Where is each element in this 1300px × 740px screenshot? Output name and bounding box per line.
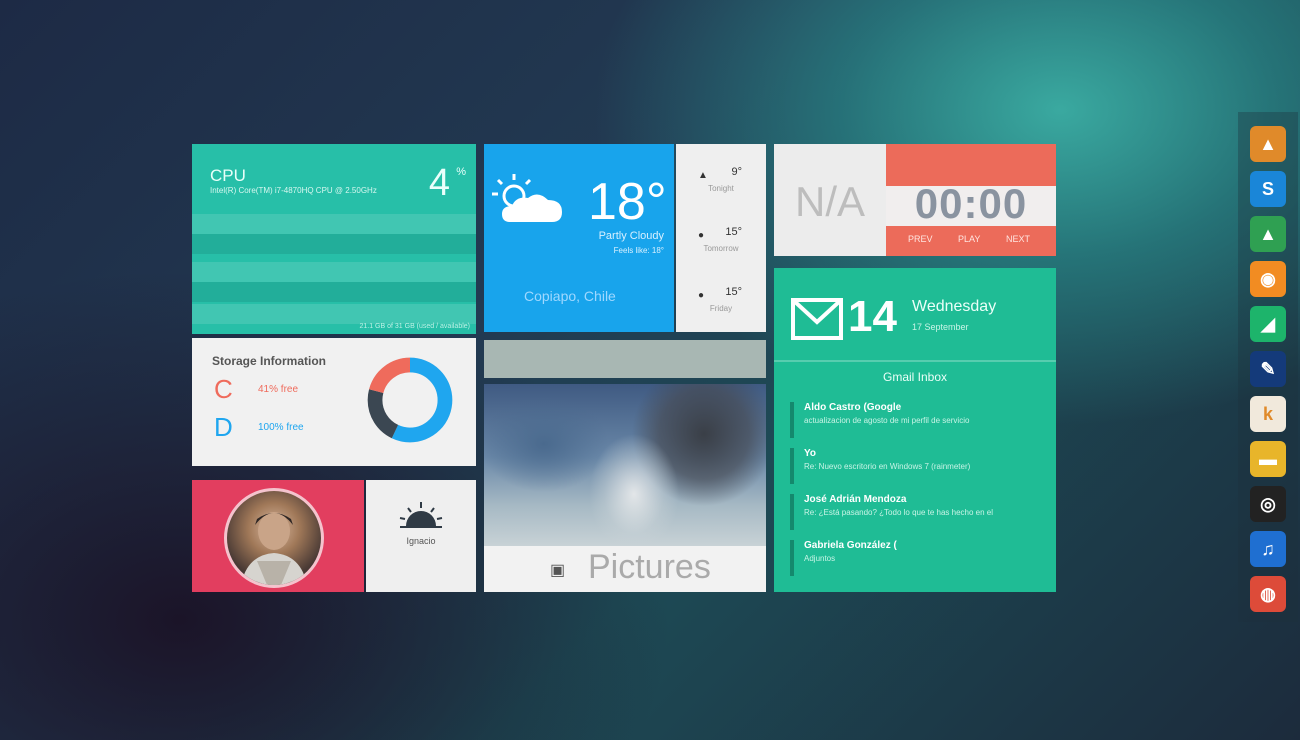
forecast-temp: 9° bbox=[731, 166, 742, 178]
mail-sender: Gabriela González ( bbox=[804, 540, 897, 551]
k-app-icon[interactable]: k bbox=[1250, 396, 1286, 432]
now-playing-track: N/A bbox=[774, 144, 886, 256]
cpu-graph-band bbox=[192, 304, 476, 324]
forecast-item: ● 15° Friday bbox=[676, 264, 766, 324]
user-tile[interactable]: Ignacio bbox=[366, 480, 476, 592]
list-item[interactable]: Aldo Castro (Google actualizacion de ago… bbox=[790, 402, 1044, 438]
google-drive-icon[interactable]: ▲ bbox=[1250, 216, 1286, 252]
divider bbox=[774, 360, 1056, 362]
mail-sender: José Adrián Mendoza bbox=[804, 494, 907, 505]
sunrise-icon bbox=[399, 502, 443, 528]
cpu-title: CPU bbox=[210, 166, 246, 185]
weather-location: Copiapo, Chile bbox=[524, 288, 616, 304]
forecast-item: ▲ 9° Tonight bbox=[676, 144, 766, 204]
next-button[interactable]: NEXT bbox=[1006, 234, 1030, 244]
cpu-graph-band bbox=[192, 262, 476, 282]
track-name: N/A bbox=[794, 178, 865, 225]
forecast-day: Tonight bbox=[708, 184, 734, 193]
feels-like: Feels like: 18° bbox=[613, 246, 664, 255]
app-dock: ▲ S ▲ ◉ ◢ ✎ k ▬ ◎ ♫ ◍ bbox=[1238, 112, 1298, 622]
weather-widget[interactable]: 18° Partly Cloudy Feels like: 18° Copiap… bbox=[484, 144, 674, 332]
moon-icon: ▲ bbox=[698, 170, 708, 181]
drive-d-free: 100% free bbox=[258, 422, 304, 433]
forecast-item: ● 15° Tomorrow bbox=[676, 204, 766, 264]
user-name: Ignacio bbox=[406, 536, 436, 546]
partly-cloudy-icon bbox=[492, 174, 562, 222]
gray-divider-tile bbox=[484, 340, 766, 378]
cpu-graph-band bbox=[192, 282, 476, 302]
forecast-day: Friday bbox=[709, 304, 733, 313]
maps-icon[interactable]: ◢ bbox=[1250, 306, 1286, 342]
mail-date: 17 September bbox=[912, 322, 969, 332]
memory-summary: 21.1 GB of 31 GB (used / available) bbox=[359, 323, 470, 330]
pictures-label: Pictures bbox=[588, 548, 711, 586]
forecast-temp: 15° bbox=[725, 226, 742, 238]
steam-icon[interactable]: ◎ bbox=[1250, 486, 1286, 522]
storage-widget: Storage Information C 41% free D 100% fr… bbox=[192, 338, 476, 466]
music-app-icon[interactable]: ◉ bbox=[1250, 261, 1286, 297]
weather-condition: Partly Cloudy bbox=[598, 230, 664, 242]
cpu-graph-band bbox=[192, 214, 476, 234]
cpu-usage-unit: % bbox=[456, 166, 466, 178]
mail-day-number: 14 bbox=[848, 292, 897, 341]
camera-icon: ▣ bbox=[550, 562, 566, 579]
itunes-icon[interactable]: ♫ bbox=[1250, 531, 1286, 567]
cpu-details: Intel(R) Core(TM) i7-4870HQ CPU @ 2.50GH… bbox=[210, 186, 377, 195]
vlc-icon[interactable]: ▲ bbox=[1250, 126, 1286, 162]
playback-time: 00:00 bbox=[914, 180, 1028, 227]
list-item[interactable]: Yo Re: Nuevo escritorio en Windows 7 (ra… bbox=[790, 448, 1044, 484]
music-player: 00:00 PREV PLAY NEXT bbox=[886, 144, 1056, 256]
envelope-icon bbox=[791, 298, 843, 340]
cpu-usage-value: 4 bbox=[428, 162, 450, 204]
feather-icon[interactable]: ✎ bbox=[1250, 351, 1286, 387]
drive-c-free: 41% free bbox=[258, 384, 299, 395]
skype-icon[interactable]: S bbox=[1250, 171, 1286, 207]
cpu-graph-band bbox=[192, 234, 476, 254]
drive-c-letter[interactable]: C bbox=[214, 374, 233, 405]
mail-sender: Yo bbox=[804, 448, 817, 459]
mail-snippet: Re: ¿Está pasando? ¿Todo lo que te has h… bbox=[804, 508, 994, 517]
forecast-widget: ▲ 9° Tonight ● 15° Tomorrow ● 15° Friday bbox=[676, 144, 766, 332]
pictures-tile[interactable]: ▣ Pictures bbox=[484, 384, 766, 592]
avatar[interactable] bbox=[224, 488, 324, 588]
list-item[interactable]: José Adrián Mendoza Re: ¿Está pasando? ¿… bbox=[790, 494, 1044, 530]
mail-snippet: Re: Nuevo escritorio en Windows 7 (rainm… bbox=[804, 462, 971, 471]
mail-widget[interactable]: 14 Wednesday 17 September Gmail Inbox Al… bbox=[774, 268, 1056, 592]
mail-snippet: actualizacion de agosto de mi perfil de … bbox=[804, 416, 970, 425]
mail-sender: Aldo Castro (Google bbox=[804, 402, 902, 413]
drive-d-letter[interactable]: D bbox=[214, 412, 233, 443]
inbox-title: Gmail Inbox bbox=[882, 370, 948, 384]
sun-icon: ● bbox=[698, 230, 705, 241]
current-temperature: 18° bbox=[588, 173, 667, 231]
person-photo bbox=[241, 512, 307, 585]
profile-tile[interactable] bbox=[192, 480, 364, 592]
mail-snippet: Adjuntos bbox=[804, 554, 836, 563]
chrome-icon[interactable]: ◍ bbox=[1250, 576, 1286, 612]
storage-title: Storage Information bbox=[212, 354, 327, 368]
prev-button[interactable]: PREV bbox=[908, 234, 933, 244]
cpu-widget: CPU Intel(R) Core(TM) i7-4870HQ CPU @ 2.… bbox=[192, 144, 476, 334]
sky-photo bbox=[484, 384, 766, 546]
sun-icon: ● bbox=[698, 290, 705, 301]
storage-donut-chart bbox=[367, 357, 453, 443]
mail-weekday: Wednesday bbox=[912, 298, 997, 315]
forecast-temp: 15° bbox=[725, 286, 742, 298]
forecast-day: Tomorrow bbox=[703, 244, 739, 253]
list-item[interactable]: Gabriela González ( Adjuntos bbox=[790, 540, 1044, 576]
play-button[interactable]: PLAY bbox=[958, 234, 980, 244]
folder-icon[interactable]: ▬ bbox=[1250, 441, 1286, 477]
